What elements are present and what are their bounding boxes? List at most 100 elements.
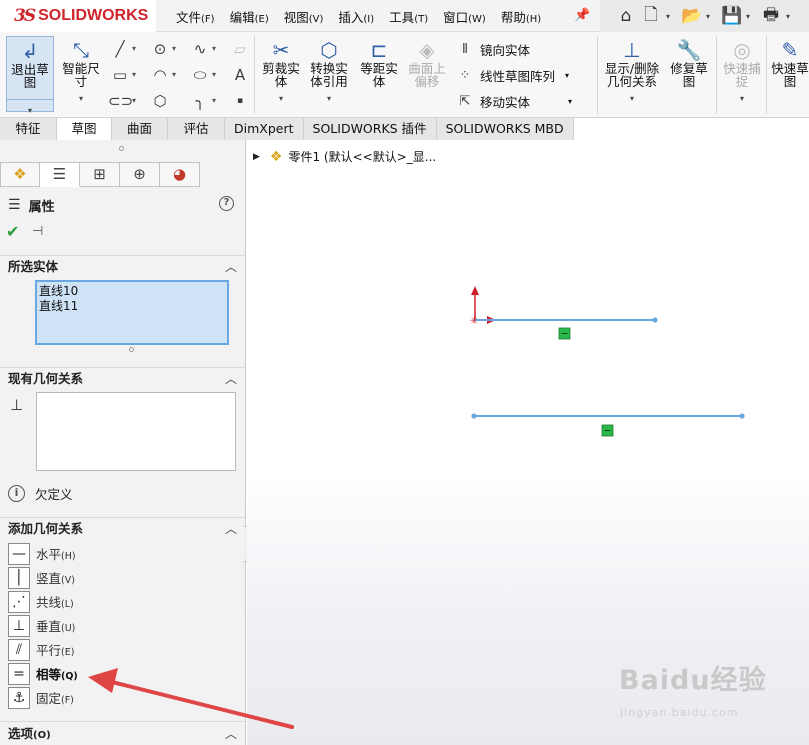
menu-file[interactable]: 文件(F)	[176, 7, 215, 26]
text-tool-icon[interactable]: A	[228, 64, 252, 86]
exit-sketch-button[interactable]: ↲ 退出草图 ▾	[6, 36, 54, 115]
ok-checkmark-icon[interactable]: ✔	[6, 222, 19, 241]
menu-insert[interactable]: 插入(I)	[338, 7, 374, 26]
convert-entities-button[interactable]: ⬡ 转换实体引用 ▾	[306, 38, 352, 105]
menu-edit[interactable]: 编辑(E)	[230, 7, 269, 26]
existing-relations-list[interactable]	[36, 392, 236, 471]
existing-relations-section-header[interactable]: 现有几何关系 ︿	[0, 367, 245, 389]
feature-tree-flyout[interactable]: ▶ ❖ 零件1 (默认<<默认>_显...	[253, 148, 436, 165]
circle-tool-icon[interactable]: ⊙	[148, 38, 172, 60]
display-relations-button[interactable]: ⊥ 显示/删除几何关系 ▾	[602, 38, 662, 105]
solidworks-logo[interactable]: 3S SOLIDWORKS	[0, 0, 156, 32]
new-document-icon[interactable]: 🗋	[641, 2, 661, 31]
tab-surfaces[interactable]: 曲面	[112, 118, 168, 140]
collapse-chevron-icon[interactable]: ︿	[225, 722, 237, 745]
print-dropdown-icon[interactable]: ▾	[786, 12, 796, 21]
line-dropdown-icon[interactable]: ▾	[132, 44, 136, 53]
menu-help[interactable]: 帮助(H)	[501, 7, 541, 26]
arc-tool-icon[interactable]: ◠	[148, 64, 172, 86]
ellipse-tool-icon[interactable]: ⬭	[188, 64, 212, 86]
spline-dropdown-icon[interactable]: ▾	[212, 44, 216, 53]
point-tool-icon[interactable]: ▪	[228, 90, 252, 112]
expand-arrow-icon[interactable]: ▶	[253, 152, 260, 162]
offset-on-surface-button[interactable]: ◈ 曲面上偏移	[404, 38, 450, 88]
move-entities-button[interactable]: ⇱ 移动实体 ▾	[456, 92, 572, 111]
collapse-chevron-icon[interactable]: ︿	[225, 518, 237, 540]
help-icon[interactable]: ?	[219, 196, 234, 211]
menu-window[interactable]: 窗口(W)	[443, 7, 486, 26]
exit-sketch-dropdown-icon[interactable]: ▾	[7, 99, 53, 117]
slot-dropdown-icon[interactable]: ▾	[132, 96, 136, 105]
tab-sketch[interactable]: 草图	[57, 118, 112, 140]
rectangle-tool-icon[interactable]: ▭	[108, 64, 132, 86]
plane-tool-icon[interactable]: ▱	[228, 38, 252, 60]
relation-collinear[interactable]: ⋰ 共线(L)	[8, 590, 74, 613]
menu-tools[interactable]: 工具(T)	[389, 7, 428, 26]
tab-evaluate[interactable]: 评估	[168, 118, 225, 140]
offset-entities-button[interactable]: ⊏ 等距实体	[356, 38, 402, 88]
open-folder-icon[interactable]: 📂	[681, 6, 702, 26]
display-relations-dropdown-icon[interactable]: ▾	[602, 92, 662, 105]
options-section-header[interactable]: 选项(O) ︿	[0, 721, 245, 745]
list-item[interactable]: 直线11	[39, 299, 225, 314]
print-icon[interactable]: 🖶	[761, 2, 781, 31]
list-item[interactable]: 直线10	[39, 284, 225, 299]
polygon-tool-icon[interactable]: ⬡	[148, 90, 172, 112]
relation-equal[interactable]: = 相等(Q)	[8, 662, 78, 685]
smart-dimension-button[interactable]: ⤡ 智能尺寸 ▾	[58, 38, 104, 105]
tab-solidworks-mbd[interactable]: SOLIDWORKS MBD	[436, 118, 574, 140]
open-dropdown-icon[interactable]: ▾	[706, 12, 716, 21]
collapse-chevron-icon[interactable]: ︿	[225, 368, 237, 390]
trim-dropdown-icon[interactable]: ▾	[258, 92, 304, 105]
quick-snaps-button[interactable]: ◎ 快速捕捉 ▾	[720, 38, 764, 105]
repair-sketch-button[interactable]: 🔧 修复草图	[666, 38, 712, 88]
selected-entities-section-header[interactable]: 所选实体 ︿	[0, 255, 245, 277]
relation-vertical[interactable]: │ 竖直(V)	[8, 566, 75, 589]
menu-view[interactable]: 视图(V)	[284, 7, 324, 26]
tab-solidworks-addins[interactable]: SOLIDWORKS 插件	[303, 118, 437, 140]
sketch-line-11[interactable]	[471, 413, 745, 419]
rapid-sketch-button[interactable]: ✎ 快速草图	[770, 38, 809, 88]
fillet-tool-icon[interactable]: ╮	[188, 90, 212, 112]
linear-pattern-button[interactable]: ⁘ 线性草图阵列 ▾	[456, 66, 569, 85]
selected-entities-list[interactable]: 直线10 直线11	[35, 280, 229, 345]
quick-snaps-dropdown-icon[interactable]: ▾	[720, 92, 764, 105]
add-relations-section-header[interactable]: 添加几何关系 ︿	[0, 517, 245, 539]
spline-tool-icon[interactable]: ∿	[188, 38, 212, 60]
move-entities-dropdown-icon[interactable]: ▾	[568, 97, 572, 106]
fillet-dropdown-icon[interactable]: ▾	[212, 96, 216, 105]
slot-tool-icon[interactable]: ⊂⊃	[108, 90, 133, 112]
convert-dropdown-icon[interactable]: ▾	[306, 92, 352, 105]
save-icon[interactable]: 💾	[721, 6, 742, 26]
trim-entities-button[interactable]: ✂ 剪裁实体 ▾	[258, 38, 304, 105]
new-dropdown-icon[interactable]: ▾	[666, 12, 676, 21]
relation-fix[interactable]: ⚓ 固定(F)	[8, 686, 74, 709]
tab-dimxpert[interactable]: DimXpert	[225, 118, 304, 140]
feature-manager-tab-icon[interactable]: ❖	[0, 162, 40, 187]
circle-dropdown-icon[interactable]: ▾	[172, 44, 176, 53]
configuration-manager-tab-icon[interactable]: ⊞	[80, 162, 120, 187]
collapse-chevron-icon[interactable]: ︿	[225, 256, 237, 278]
property-manager-tab-icon[interactable]: ☰	[40, 162, 80, 187]
relation-horizontal[interactable]: — 水平(H)	[8, 542, 76, 565]
pin-menu-icon[interactable]: 📌	[574, 8, 590, 23]
display-manager-tab-icon[interactable]: ◕	[160, 162, 200, 187]
sketch-canvas[interactable]: ✳	[247, 140, 809, 745]
ellipse-dropdown-icon[interactable]: ▾	[212, 70, 216, 79]
line-tool-icon[interactable]: ╱	[108, 38, 132, 60]
smart-dimension-dropdown-icon[interactable]: ▾	[58, 92, 104, 105]
linear-pattern-dropdown-icon[interactable]: ▾	[565, 71, 569, 80]
graphics-area[interactable]: ✳ ▶ ❖ 零件1 (默认<<默认>_显...	[247, 140, 809, 745]
pushpin-icon[interactable]: ⊣	[32, 224, 43, 239]
relation-parallel[interactable]: ⫽ 平行(E)	[8, 638, 74, 661]
mirror-entities-button[interactable]: ⫴ 镜向实体	[456, 40, 530, 59]
relation-perpendicular[interactable]: ⊥ 垂直(U)	[8, 614, 75, 637]
arc-dropdown-icon[interactable]: ▾	[172, 70, 176, 79]
save-dropdown-icon[interactable]: ▾	[746, 12, 756, 21]
list-resize-grip[interactable]	[129, 347, 134, 352]
tab-features[interactable]: 特征	[0, 118, 57, 140]
sketch-line-10[interactable]	[475, 317, 658, 323]
panel-resize-grip[interactable]	[119, 146, 124, 151]
dimxpert-manager-tab-icon[interactable]: ⊕	[120, 162, 160, 187]
home-icon[interactable]: ⌂	[616, 6, 636, 26]
